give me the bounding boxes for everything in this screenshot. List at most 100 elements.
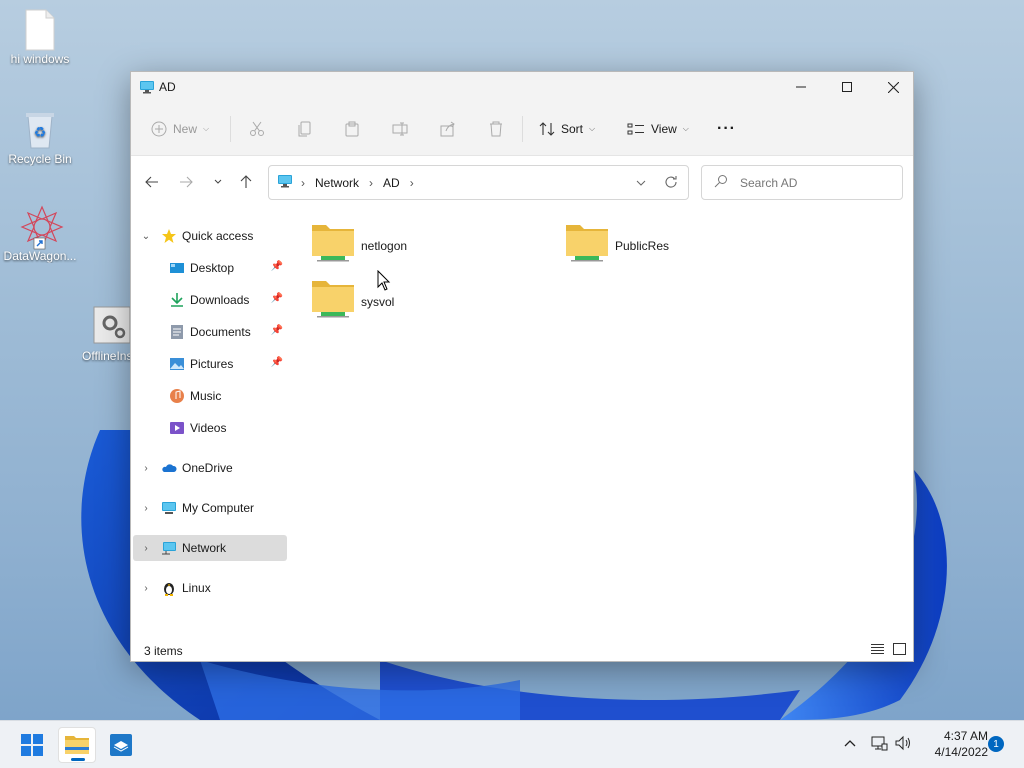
search-input[interactable]: Search AD <box>701 165 903 200</box>
maximize-icon <box>842 82 852 92</box>
address-bar[interactable]: › Network › AD › <box>268 165 689 200</box>
desktop-icon-recycle-bin[interactable]: ♻ Recycle Bin <box>0 108 80 166</box>
sidebar-item-onedrive[interactable]: › OneDrive <box>133 455 287 481</box>
sidebar-item-linux[interactable]: › Linux <box>133 575 287 601</box>
sidebar-item-label: Desktop <box>190 261 235 275</box>
refresh-button[interactable] <box>664 175 678 192</box>
chevron-down-icon: ⌵ <box>682 124 689 133</box>
minimize-button[interactable] <box>778 72 824 102</box>
folder-item-netlogon[interactable]: netlogon <box>311 220 511 270</box>
command-bar: New ⌵ Sort ⌵ View ⌵ ··· <box>131 102 913 156</box>
chevron-down-icon <box>214 179 222 184</box>
sidebar-item-downloads[interactable]: Downloads 📌 <box>133 287 287 313</box>
view-button[interactable]: View ⌵ <box>627 114 689 144</box>
datawagon-shortcut-icon <box>20 205 64 250</box>
mouse-cursor-icon <box>377 270 391 291</box>
pin-icon[interactable]: 📌 <box>271 325 283 336</box>
sort-arrows-icon <box>539 122 555 136</box>
breadcrumb-network[interactable]: Network <box>315 176 359 190</box>
pictures-icon <box>169 356 185 372</box>
maximize-button[interactable] <box>824 72 870 102</box>
chevron-down-icon[interactable]: ⌄ <box>141 231 151 242</box>
close-icon <box>887 81 899 93</box>
paste-button[interactable] <box>344 114 360 144</box>
sidebar-item-label: Network <box>182 541 227 555</box>
sidebar-item-documents[interactable]: Documents 📌 <box>133 319 287 345</box>
star-icon <box>161 228 177 244</box>
up-button[interactable] <box>235 171 257 193</box>
title-bar[interactable]: AD <box>131 72 913 102</box>
ellipsis-icon: ··· <box>717 120 736 137</box>
pin-icon[interactable]: 📌 <box>271 293 283 304</box>
file-list-pane[interactable]: netlogon PublicRes sysvol <box>291 208 913 628</box>
sidebar-item-label: My Computer <box>182 501 255 515</box>
recent-locations-button[interactable] <box>207 171 229 193</box>
view-layout-icon <box>627 123 644 135</box>
chevron-down-icon <box>636 180 646 186</box>
sidebar-item-music[interactable]: Music <box>133 383 287 409</box>
sidebar-item-desktop[interactable]: Desktop 📌 <box>133 255 287 281</box>
sort-button[interactable]: Sort ⌵ <box>539 114 595 144</box>
chevron-right-icon[interactable]: › <box>141 583 151 594</box>
desktop-icon-datawagon[interactable]: DataWagon... <box>0 205 80 263</box>
folder-name: sysvol <box>361 295 395 309</box>
taskbar-virtualbox-app[interactable] <box>102 727 140 763</box>
clipboard-icon <box>345 121 359 137</box>
forward-button[interactable] <box>175 171 197 193</box>
breadcrumb-ad[interactable]: AD <box>383 176 400 190</box>
pin-icon[interactable]: 📌 <box>271 261 283 272</box>
arrow-left-icon <box>145 176 158 188</box>
start-button[interactable] <box>13 727 51 763</box>
clock[interactable]: 4:37 AM 4/14/2022 <box>918 728 988 760</box>
notification-count: 1 <box>993 738 999 750</box>
folder-item-publicres[interactable]: PublicRes <box>565 220 765 270</box>
window-title: AD <box>159 80 176 94</box>
sidebar-item-quick-access[interactable]: ⌄ Quick access <box>133 223 287 249</box>
delete-button[interactable] <box>488 114 504 144</box>
sidebar-item-my-computer[interactable]: › My Computer <box>133 495 287 521</box>
more-options-button[interactable]: ··· <box>717 114 736 144</box>
cut-button[interactable] <box>249 114 265 144</box>
notification-badge[interactable]: 1 <box>988 736 1004 752</box>
details-view-button[interactable] <box>871 643 884 658</box>
desktop-icon-hi-windows[interactable]: hi windows <box>0 8 80 66</box>
folder-name: netlogon <box>361 239 408 253</box>
chevron-right-icon[interactable]: › <box>141 543 151 554</box>
close-button[interactable] <box>870 72 916 102</box>
chevron-right-icon[interactable]: › <box>141 503 151 514</box>
new-button[interactable]: New ⌵ <box>151 114 209 144</box>
recycle-bin-icon: ♻ <box>20 108 60 149</box>
minimize-icon <box>796 86 806 88</box>
back-button[interactable] <box>141 171 163 193</box>
sidebar-item-pictures[interactable]: Pictures 📌 <box>133 351 287 377</box>
item-count: 3 items <box>144 644 183 658</box>
rename-button[interactable] <box>392 114 408 144</box>
toolbar-divider <box>522 116 523 142</box>
desktop-icon-offlineins[interactable]: OfflineIns <box>78 305 138 363</box>
address-history-dropdown[interactable] <box>636 177 646 191</box>
cloud-icon <box>161 460 177 476</box>
desktop-icon <box>169 260 185 276</box>
sidebar-item-network[interactable]: › Network <box>133 535 287 561</box>
chevron-right-icon[interactable]: › <box>141 463 151 474</box>
sidebar-item-videos[interactable]: Videos <box>133 415 287 441</box>
sidebar-item-label: OneDrive <box>182 461 233 475</box>
sort-label: Sort <box>561 122 584 136</box>
folder-item-sysvol[interactable]: sysvol <box>311 276 511 326</box>
taskbar-file-explorer[interactable] <box>58 727 96 763</box>
details-view-icon <box>871 644 884 654</box>
pin-icon[interactable]: 📌 <box>271 357 283 368</box>
tiles-view-icon <box>893 643 906 655</box>
show-hidden-icons-button[interactable] <box>843 736 857 753</box>
rename-icon <box>392 122 408 136</box>
search-icon <box>714 174 728 191</box>
copy-button[interactable] <box>297 114 313 144</box>
share-button[interactable] <box>440 114 456 144</box>
sidebar-item-label: Videos <box>190 421 227 435</box>
refresh-icon <box>665 176 677 188</box>
large-icons-view-button[interactable] <box>893 643 906 658</box>
new-label: New <box>173 122 198 136</box>
volume-button[interactable] <box>895 735 913 754</box>
address-row: › Network › AD › Search AD <box>131 156 913 208</box>
network-status-button[interactable] <box>870 735 888 754</box>
